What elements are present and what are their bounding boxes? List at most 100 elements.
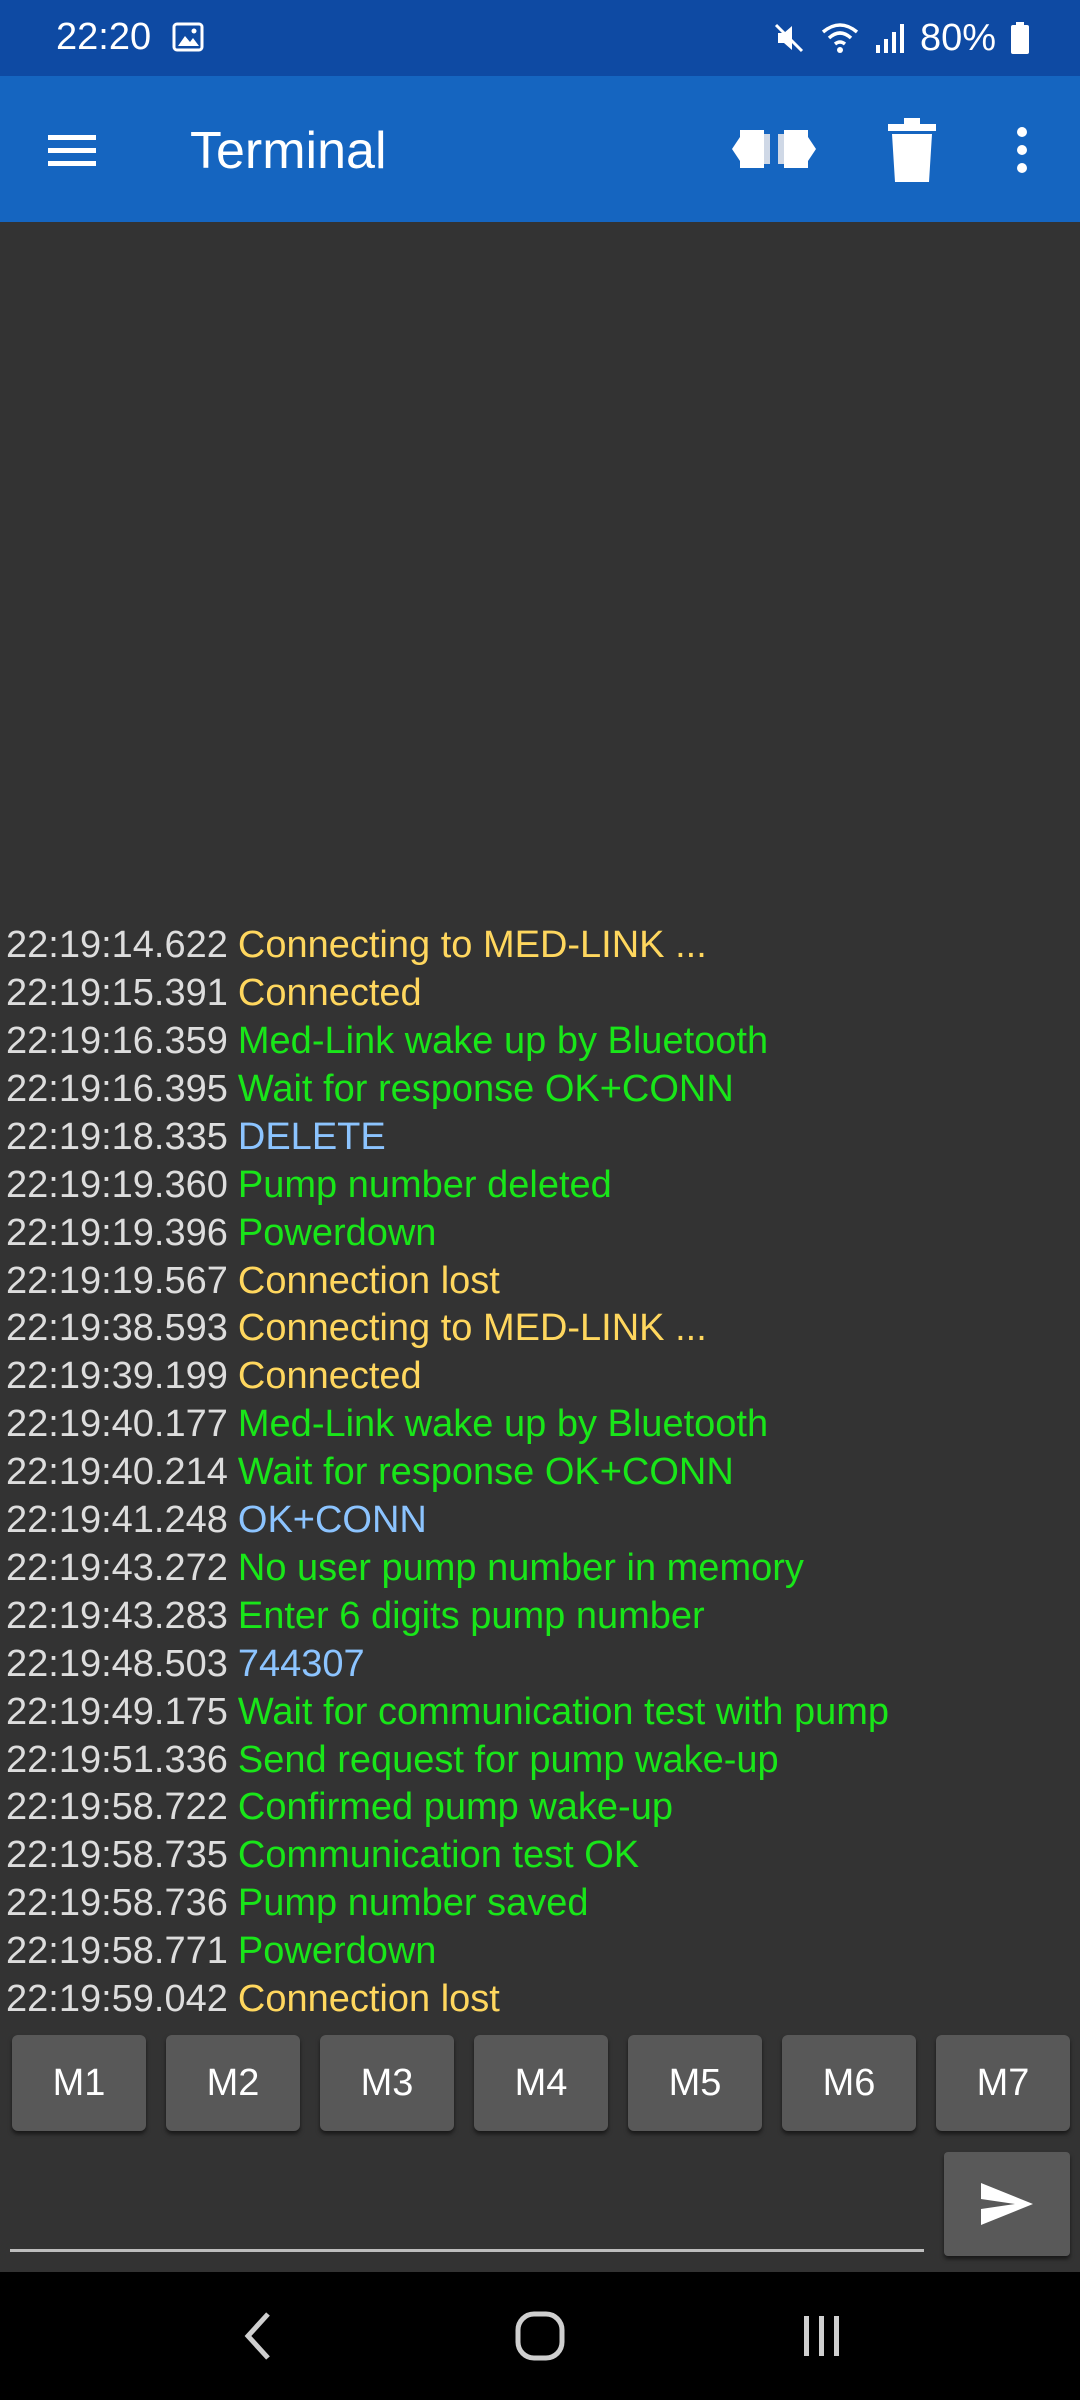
macro-button-m1[interactable]: M1 [12,2035,146,2131]
log-line: 22:19:41.248 OK+CONN [6,1497,1080,1545]
log-message: Connecting to MED-LINK ... [237,924,707,967]
log-message: Pump number saved [237,1882,589,1925]
log-timestamp: 22:19:15.391 [6,972,228,1015]
log-timestamp: 22:19:39.199 [6,1355,228,1398]
log-message: Powerdown [237,1930,437,1973]
log-timestamp: 22:19:16.395 [6,1067,228,1110]
log-message: Communication test OK [237,1834,640,1877]
trash-icon[interactable] [884,116,940,184]
log-line: 22:19:59.042 Connection lost [6,1976,1080,2024]
macro-button-row: M1 M2 M3 M4 M5 M6 M7 [12,2035,1070,2131]
log-line: 22:19:16.395 Wait for response OK+CONN [6,1066,1080,1114]
image-icon [172,22,204,52]
log-timestamp: 22:19:40.214 [6,1451,228,1494]
log-message: DELETE [237,1115,386,1158]
log-timestamp: 22:19:38.593 [6,1307,228,1350]
send-icon [981,2183,1033,2225]
command-input[interactable] [10,2150,924,2252]
app-bar: Terminal [0,76,1080,222]
log-line: 22:19:19.567 Connection lost [6,1258,1080,1306]
status-time: 22:20 [56,16,152,58]
signal-icon [875,24,904,53]
log-timestamp: 22:19:19.360 [6,1163,228,1206]
battery-percent: 80% [919,16,996,59]
log-line: 22:19:58.735 Communication test OK [6,1832,1080,1880]
terminal-output[interactable]: 22:19:14.622 Connecting to MED-LINK ... 22… [0,222,1080,2034]
log-line: 22:19:16.359 Med-Link wake up by Bluetoot… [6,1018,1080,1066]
log-message: Connected [237,1355,422,1398]
log-timestamp: 22:19:16.359 [6,1019,228,1062]
wifi-icon [821,23,859,53]
log-message: Connection lost [237,1978,500,2021]
macro-button-m6[interactable]: M6 [782,2035,916,2131]
log-message: Wait for response OK+CONN [237,1451,734,1494]
log-timestamp: 22:19:19.567 [6,1259,228,1302]
mute-icon [774,23,803,53]
macro-button-m2[interactable]: M2 [166,2035,300,2131]
log-line: 22:19:58.736 Pump number saved [6,1880,1080,1928]
log-message: Connecting to MED-LINK ... [237,1307,707,1350]
home-button[interactable] [500,2300,580,2372]
log-timestamp: 22:19:14.622 [6,924,228,967]
log-message: Wait for communication test with pump [237,1690,890,1733]
log-timestamp: 22:19:48.503 [6,1642,228,1685]
log-line: 22:19:58.771 Powerdown [6,1928,1080,1976]
log-message: Enter 6 digits pump number [237,1594,705,1637]
log-timestamp: 22:19:58.722 [6,1786,228,1829]
status-bar: 22:20 80% [0,0,1080,76]
menu-icon[interactable] [40,120,104,180]
log-message: 744307 [237,1642,365,1685]
connect-icon[interactable] [728,118,820,180]
log-message: Med-Link wake up by Bluetooth [237,1019,769,1062]
log-message: OK+CONN [237,1499,427,1542]
log-timestamp: 22:19:40.177 [6,1403,228,1446]
log-timestamp: 22:19:49.175 [6,1690,228,1733]
recents-icon [804,2316,839,2356]
log-line: 22:19:51.336 Send request for pump wake-u… [6,1737,1080,1785]
macro-button-m4[interactable]: M4 [474,2035,608,2131]
back-button[interactable] [218,2300,298,2372]
log-timestamp: 22:19:58.771 [6,1930,228,1973]
log-line: 22:19:38.593 Connecting to MED-LINK ... [6,1305,1080,1353]
battery-icon [1011,22,1029,54]
send-button[interactable] [944,2152,1070,2256]
log-timestamp: 22:19:58.736 [6,1882,228,1925]
log-line: 22:19:14.622 Connecting to MED-LINK ... [6,922,1080,970]
home-icon [515,2311,565,2361]
log-timestamp: 22:19:43.272 [6,1546,228,1589]
overflow-menu-icon[interactable] [1006,120,1038,180]
log-timestamp: 22:19:19.396 [6,1211,228,1254]
log-line: 22:19:19.360 Pump number deleted [6,1162,1080,1210]
log-timestamp: 22:19:18.335 [6,1115,228,1158]
log-line: 22:19:19.396 Powerdown [6,1210,1080,1258]
log-line: 22:19:40.214 Wait for response OK+CONN [6,1449,1080,1497]
log-message: Powerdown [237,1211,437,1254]
log-line: 22:19:49.175 Wait for communication test … [6,1689,1080,1737]
log-message: Connection lost [237,1259,500,1302]
macro-button-m5[interactable]: M5 [628,2035,762,2131]
log-message: No user pump number in memory [237,1546,804,1589]
log-list: 22:19:14.622 Connecting to MED-LINK ... 22… [6,922,1080,2024]
log-timestamp: 22:19:51.336 [6,1738,228,1781]
log-line: 22:19:40.177 Med-Link wake up by Bluetoot… [6,1401,1080,1449]
log-timestamp: 22:19:41.248 [6,1499,228,1542]
log-line: 22:19:48.503 744307 [6,1641,1080,1689]
status-icons: 80% [772,14,1030,62]
back-icon [244,2312,270,2360]
system-nav-bar [0,2272,1080,2400]
log-message: Confirmed pump wake-up [237,1786,673,1829]
log-line: 22:19:39.199 Connected [6,1353,1080,1401]
log-timestamp: 22:19:59.042 [6,1978,228,2021]
log-message: Pump number deleted [237,1163,612,1206]
log-line: 22:19:43.272 No user pump number in memor… [6,1545,1080,1593]
macro-button-m7[interactable]: M7 [936,2035,1070,2131]
log-message: Wait for response OK+CONN [237,1067,734,1110]
log-line: 22:19:43.283 Enter 6 digits pump number [6,1593,1080,1641]
log-timestamp: 22:19:43.283 [6,1594,228,1637]
log-message: Send request for pump wake-up [237,1738,779,1781]
log-message: Connected [237,972,422,1015]
recents-button[interactable] [782,2300,862,2372]
log-timestamp: 22:19:58.735 [6,1834,228,1877]
macro-button-m3[interactable]: M3 [320,2035,454,2131]
page-title: Terminal [190,122,387,180]
